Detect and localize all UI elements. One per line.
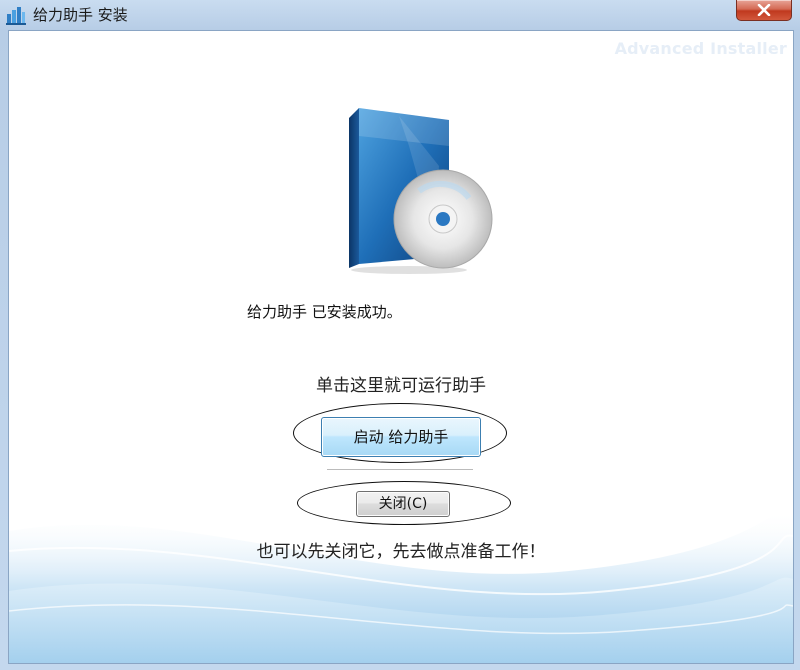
close-x-icon [757,4,771,16]
installer-app-icon [6,5,26,25]
title-bar[interactable]: 给力助手 安装 [0,0,800,30]
launch-app-button[interactable]: 启动 给力助手 [321,417,481,457]
close-button[interactable]: 关闭(C) [356,491,450,517]
run-hint-text: 单击这里就可运行助手 [316,376,486,396]
install-success-message: 给力助手 已安装成功。 [247,303,402,321]
window-title: 给力助手 安装 [33,6,128,24]
close-window-button[interactable] [736,0,792,21]
button-divider [327,469,473,470]
advanced-installer-branding: Advanced Installer [614,39,787,58]
software-box-cd-icon [349,108,493,274]
footer-message: 也可以先关闭它，先去做点准备工作！ [256,542,546,562]
installer-content: Advanced Installer 给力助手 已安装成功。 单击这里就可运行助… [8,30,794,664]
installer-window: 给力助手 安装 Advanced Installer 给力助手 已安装成功。 单… [0,0,800,670]
